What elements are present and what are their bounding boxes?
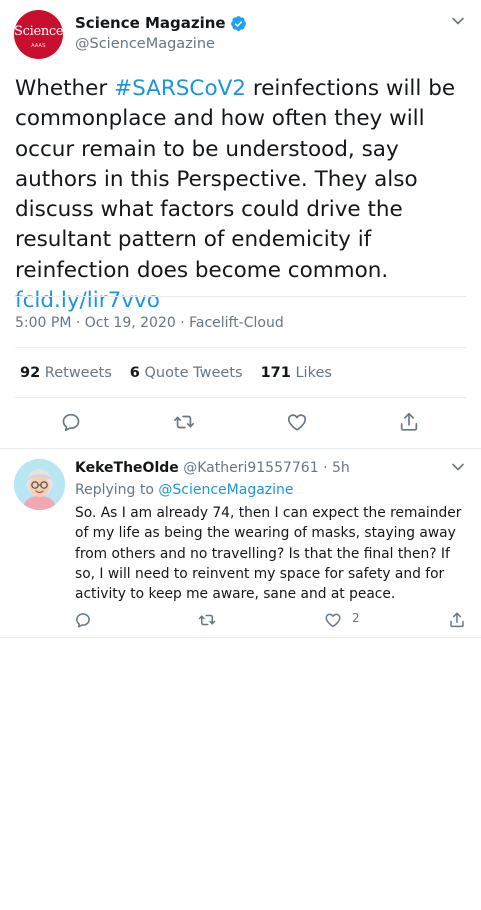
retweet-button[interactable] [172,410,196,434]
reply-icon [62,413,80,432]
retweets-stat[interactable]: 92 Retweets [20,365,112,381]
divider [15,347,466,348]
author-handle[interactable]: @ScienceMagazine [75,36,215,52]
reply-button[interactable] [72,610,94,630]
reply-icon [76,613,90,628]
main-tweet: Science AAAS Science Magazine @ScienceMa… [0,0,481,449]
like-icon [287,414,307,431]
likes-stat[interactable]: 171 Likes [261,365,332,381]
tweet-timestamp[interactable]: 5:00 PM · Oct 19, 2020 · Facelift-Cloud [15,315,284,331]
share-button[interactable] [397,410,421,434]
avatar-illustration [14,459,65,510]
like-button[interactable] [285,410,309,434]
like-icon [325,613,341,628]
retweets-count: 92 [20,365,41,381]
chevron-down-icon[interactable] [451,14,465,28]
replying-label: Replying to [75,482,159,498]
reply-like-count: 2 [352,611,360,625]
retweet-icon [174,415,194,429]
replying-to: Replying to @ScienceMagazine [75,482,294,498]
author-name-text: Science Magazine [75,14,226,32]
replying-to-link[interactable]: @ScienceMagazine [158,482,293,498]
retweets-label: Retweets [44,365,112,381]
reply-author-handle[interactable]: @Katheri91557761 [183,460,318,476]
quotes-stat[interactable]: 6 Quote Tweets [130,365,243,381]
hashtag-link[interactable]: #SARSCoV2 [114,76,246,101]
likes-count: 171 [260,365,291,381]
divider [15,296,466,297]
tweet-actions [0,410,481,436]
avatar-logo-text: Science [14,24,63,39]
divider [15,397,466,398]
avatar[interactable] [14,459,65,510]
share-icon [400,412,418,431]
tweet-text-part: Whether [15,76,115,101]
retweet-button[interactable] [196,610,218,630]
reply-time[interactable]: · 5h [319,460,350,476]
likes-label: Likes [295,365,332,381]
chevron-down-icon[interactable] [451,460,465,474]
like-button[interactable] [322,610,344,630]
quotes-label: Quote Tweets [144,365,243,381]
retweet-icon [198,614,216,626]
author-name[interactable]: Science Magazine [75,14,247,32]
tweet-stats: 92 Retweets 6 Quote Tweets 171 Likes [20,365,332,381]
avatar-logo-subtext: AAAS [31,43,46,49]
tweet-text-part: reinfections will be commonplace and how… [15,76,456,283]
tweet-url-link[interactable]: fcld.ly/lir7vvo [15,288,160,313]
reply-author-name[interactable]: KekeTheOlde [75,460,179,476]
tweet-text: Whether #SARSCoV2 reinfections will be c… [15,74,470,316]
reply-actions: 2 [0,610,481,630]
reply-button[interactable] [59,410,83,434]
share-button[interactable] [446,610,468,630]
reply-text: So. As I am already 74, then I can expec… [75,505,462,603]
reply-header: KekeTheOlde @Katheri91557761 · 5h [75,460,350,476]
quotes-count: 6 [129,365,140,381]
reply-tweet: KekeTheOlde @Katheri91557761 · 5h Replyi… [0,450,481,638]
avatar[interactable]: Science AAAS [14,10,63,59]
share-icon [450,612,464,628]
verified-badge-icon [230,15,246,31]
